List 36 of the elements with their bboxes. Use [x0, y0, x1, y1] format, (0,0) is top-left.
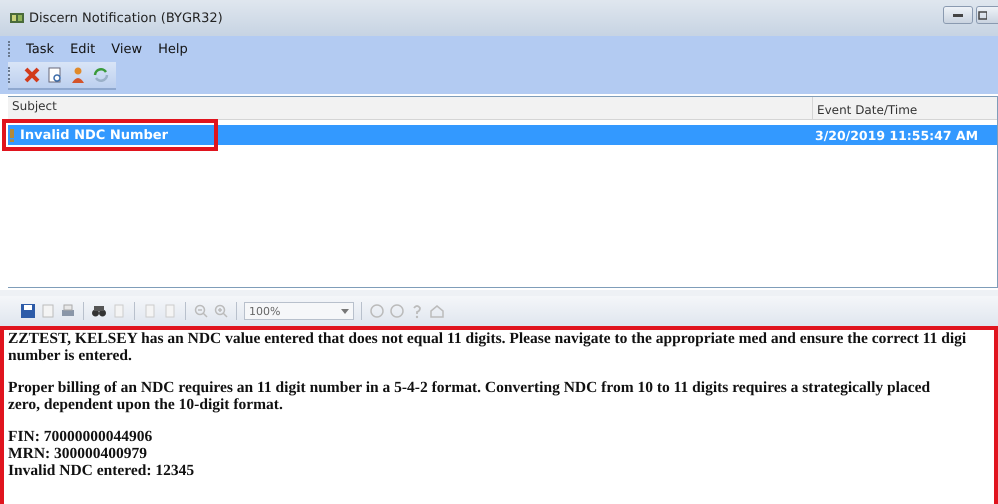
date-time-text: 3/20/2019 11:55:47 AM	[815, 128, 978, 142]
column-header[interactable]: Event Date/Time	[813, 97, 997, 119]
window-title: Discern Notification (BYGR32)	[29, 10, 223, 26]
menu-item[interactable]: Help	[150, 40, 196, 58]
zoom-dropdown[interactable]: 100%	[244, 302, 354, 320]
forward-icon[interactable]	[389, 303, 405, 319]
menu-item[interactable]: View	[103, 40, 150, 58]
caret-icon	[341, 308, 349, 314]
back-icon[interactable]	[369, 303, 385, 319]
minimize-icon	[951, 12, 965, 18]
minimize-button[interactable]	[943, 6, 973, 24]
message-text: MRN: 300000400979	[8, 445, 148, 462]
print-icon[interactable]	[60, 303, 76, 319]
message-text: zero, dependent upon the 10-digit format.	[8, 396, 284, 413]
menu-item[interactable]: Task	[18, 40, 62, 58]
maximize-icon	[977, 10, 987, 20]
grip-icon	[8, 67, 12, 83]
message-text: Invalid NDC entered: 12345	[8, 462, 196, 479]
binoculars-icon[interactable]	[91, 303, 107, 319]
app-icon	[10, 12, 24, 24]
save-icon[interactable]	[20, 303, 36, 319]
message-text: Proper billing of an NDC requires an 11 digit number in a 5-4-2 format. Converting NDC from 10 to 11 digits requires a strategically placed	[8, 379, 932, 396]
subject-text: Invalid NDC Number	[20, 128, 168, 142]
maximize-button[interactable]	[976, 6, 998, 24]
refresh-icon[interactable]	[92, 66, 110, 84]
menu-item[interactable]: Edit	[62, 40, 104, 58]
delete-icon[interactable]	[23, 66, 41, 84]
zoom-out-icon[interactable]	[193, 303, 209, 319]
person-icon[interactable]	[69, 66, 87, 84]
message-text: FIN: 70000000044906	[8, 428, 154, 445]
home-icon[interactable]	[429, 303, 445, 319]
zoom-in-icon[interactable]	[213, 303, 229, 319]
message-text: number is entered.	[8, 347, 133, 364]
message-text: ZZTEST, KELSEY has an NDC value entered that does not equal 11 digits. Please navigate to the appropriate med and ensure the correct 11 digi	[8, 330, 968, 347]
column-header[interactable]: Subject	[8, 97, 813, 119]
grip-icon	[8, 41, 12, 57]
